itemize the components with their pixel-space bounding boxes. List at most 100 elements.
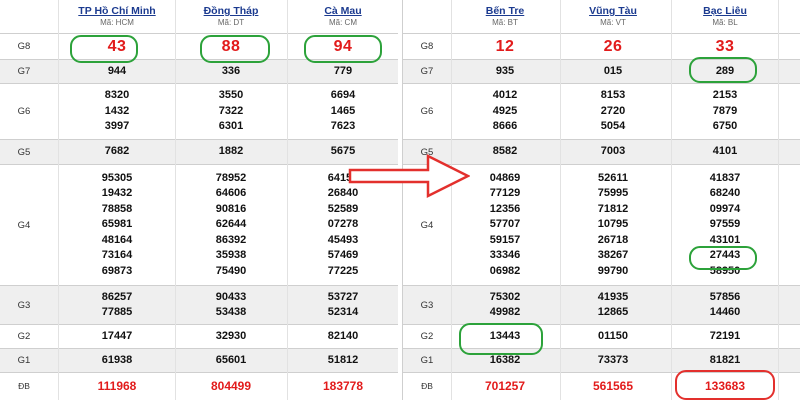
result-number: 779 [333, 64, 353, 77]
result-cell: 183778 [290, 373, 396, 399]
prize-row-g5: G5 7682 1882 5675 [0, 140, 398, 165]
province-name-link[interactable]: Vũng Tàu [563, 5, 663, 17]
prize-row-g8: G8 12 26 33 [403, 34, 800, 60]
result-number: 57469 [327, 249, 359, 262]
result-cell: 53727 52314 [290, 286, 396, 324]
result-number: 7003 [600, 145, 626, 158]
result-number: 6301 [218, 120, 244, 133]
province-name-link[interactable]: TP Hồ Chí Minh [62, 5, 172, 17]
result-number: 86257 [101, 290, 133, 303]
result-number: 75995 [597, 187, 629, 200]
result-number: 52314 [327, 306, 359, 318]
result-number: 6750 [712, 120, 738, 133]
result-number: 81821 [709, 353, 741, 366]
province-name-link[interactable]: Bạc Liêu [675, 5, 775, 17]
prize-row-g8: G8 43 88 94 [0, 34, 398, 60]
result-cell: 3550 7322 6301 [178, 84, 284, 139]
result-number: 82140 [327, 329, 359, 342]
result-cell: 779 [290, 60, 396, 83]
province-name-link[interactable]: Bến Tre [455, 5, 555, 17]
result-number: 51812 [327, 353, 359, 366]
result-number: 73373 [597, 353, 629, 366]
prize-label: G6 [420, 106, 434, 117]
province-code: Mã: DT [217, 18, 245, 27]
result-number: 8320 [104, 89, 130, 102]
prize-label: G8 [17, 41, 31, 52]
result-cell: 51812 [290, 349, 396, 372]
result-number: 7879 [712, 104, 738, 117]
result-number: 45493 [327, 233, 359, 246]
result-cell: 289 [675, 60, 775, 83]
result-number: 13443 [489, 329, 521, 342]
province-code: Mã: BL [712, 18, 738, 27]
result-number: 015 [603, 64, 623, 77]
special-prize-number: 701257 [484, 379, 526, 393]
result-cell: 17447 [62, 325, 172, 348]
result-number: 09974 [709, 202, 741, 215]
result-number: 41837 [709, 171, 741, 184]
prize-row-g4: G4 95305 19432 78858 65981 48164 73164 6… [0, 165, 398, 286]
result-cell: 111968 [62, 373, 172, 399]
prize-row-db: ĐB 111968 804499 183778 [0, 373, 398, 399]
result-number: 2720 [600, 104, 626, 117]
column-divider [778, 0, 779, 400]
result-cell: 16382 [455, 349, 555, 372]
prize-label: G8 [420, 41, 434, 52]
result-number: 1465 [330, 104, 356, 117]
result-cell: 81821 [675, 349, 775, 372]
result-number: 16382 [489, 353, 521, 366]
result-number: 27443 [709, 249, 741, 262]
result-number: 35938 [215, 249, 247, 262]
result-number: 62644 [215, 218, 247, 231]
result-number: 94 [333, 37, 353, 55]
province-name-link[interactable]: Cà Mau [290, 5, 396, 17]
result-number: 58950 [709, 264, 741, 277]
result-number: 59157 [489, 233, 521, 246]
result-number: 99790 [597, 264, 629, 277]
result-number: 26 [603, 37, 623, 55]
result-cell: 8582 [455, 140, 555, 164]
result-cell: 1882 [178, 140, 284, 164]
result-number: 10795 [597, 218, 629, 231]
result-cell: 12 [455, 34, 555, 59]
result-number: 8666 [492, 120, 518, 133]
result-cell: 7003 [563, 140, 663, 164]
prize-label: G5 [17, 146, 31, 158]
province-header: TP Hồ Chí Minh Mã: HCM [62, 5, 172, 28]
result-number: 57707 [489, 218, 521, 231]
result-cell: 04869 77129 12356 57707 59157 33346 0698… [455, 165, 555, 285]
result-number: 65981 [101, 218, 133, 231]
result-number: 71812 [597, 202, 629, 215]
result-cell: 26 [563, 34, 663, 59]
result-number: 935 [495, 64, 515, 77]
result-number: 61938 [101, 353, 133, 366]
result-cell: 01150 [563, 325, 663, 348]
result-number: 4101 [712, 145, 738, 158]
result-number: 41935 [597, 290, 629, 303]
province-header: Bến Tre Mã: BT [455, 5, 555, 28]
result-number: 68240 [709, 187, 741, 200]
result-number: 7623 [330, 120, 356, 133]
result-number: 04869 [489, 171, 521, 184]
result-number: 52611 [598, 171, 628, 184]
result-number: 53438 [215, 306, 247, 318]
result-number: 12 [495, 37, 515, 55]
column-divider [58, 0, 59, 400]
result-number: 86392 [215, 233, 247, 246]
result-number: 26718 [597, 233, 629, 246]
result-number: 95305 [101, 171, 133, 184]
result-number: 3997 [104, 120, 130, 133]
result-cell: 8320 1432 3997 [62, 84, 172, 139]
result-number: 75490 [215, 264, 247, 277]
column-divider [287, 0, 288, 400]
result-cell: 86257 77885 [62, 286, 172, 324]
result-number: 14460 [709, 306, 741, 318]
prize-label: G6 [17, 106, 31, 117]
result-cell: 72191 [675, 325, 775, 348]
result-cell: 13443 [455, 325, 555, 348]
province-code: Mã: BT [492, 18, 518, 27]
province-name-link[interactable]: Đồng Tháp [178, 5, 284, 17]
table-header: TP Hồ Chí Minh Mã: HCM Đồng Tháp Mã: DT … [0, 0, 398, 34]
result-cell: 2153 7879 6750 [675, 84, 775, 139]
prize-row-g1: G1 16382 73373 81821 [403, 349, 800, 373]
